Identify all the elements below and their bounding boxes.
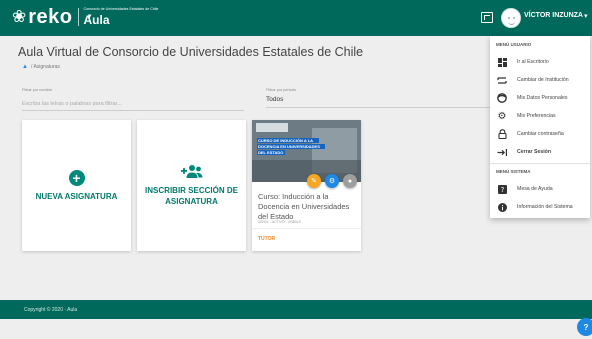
visibility-icon[interactable]: ● bbox=[343, 174, 357, 188]
institution-selector[interactable]: Consorcio de Universidades Estatales de … bbox=[84, 8, 159, 26]
enroll-section-card[interactable]: INSCRIBIR SECCIÓN DE ASIGNATURA bbox=[137, 120, 246, 251]
logout-icon bbox=[496, 146, 508, 158]
new-subject-card[interactable]: + NUEVA ASIGNATURA bbox=[22, 120, 131, 251]
brand[interactable]: ❀ reko Consorcio de Universidades Estata… bbox=[12, 6, 158, 28]
breadcrumb: ▲ / Asignaturas bbox=[22, 64, 60, 70]
copyright-text: Copyright © 2020 · Aula bbox=[24, 307, 78, 313]
page-title: Aula Virtual de Consorcio de Universidad… bbox=[18, 45, 364, 59]
institution-short-name: Aula bbox=[83, 12, 110, 27]
menu-item-change-institution[interactable]: Cambiar de Institución bbox=[490, 71, 590, 89]
menu-item-label: Cambiar contraseña bbox=[517, 131, 564, 137]
menu-item-preferences[interactable]: ⚙ Mis Preferencias bbox=[490, 107, 590, 125]
name-filter: Filtrar por nombre bbox=[22, 88, 244, 111]
menu-item-label: Ir al Escritorio bbox=[517, 59, 549, 65]
help-icon: ? bbox=[496, 183, 508, 195]
enroll-section-label: INSCRIBIR SECCIÓN DE ASIGNATURA bbox=[145, 186, 238, 206]
user-menu-chevron-icon[interactable]: ▾ bbox=[584, 12, 588, 20]
course-role-badge: TUTOR bbox=[258, 236, 276, 242]
logo-separator bbox=[77, 8, 79, 26]
lock-icon bbox=[496, 128, 508, 140]
menu-item-label: Mesa de Ayuda bbox=[517, 186, 553, 192]
gear-icon: ⚙ bbox=[497, 110, 507, 122]
course-banner-text: CURSO DE INDUCCIÓN A LA DOCENCIA EN UNIV… bbox=[258, 138, 320, 155]
menu-item-personal-data[interactable]: Mis Datos Personales bbox=[490, 89, 590, 107]
menu-item-help-desk[interactable]: ? Mesa de Ayuda bbox=[490, 180, 590, 198]
reko-logo-text: reko bbox=[28, 6, 73, 28]
name-filter-label: Filtrar por nombre bbox=[22, 88, 53, 92]
svg-text:?: ? bbox=[500, 186, 504, 194]
dashboard-icon bbox=[496, 56, 508, 68]
menu-divider bbox=[490, 163, 590, 164]
course-description[interactable]: Curso: Inducción a la Docencia en Univer… bbox=[258, 192, 358, 222]
top-bar: ❀ reko Consorcio de Universidades Estata… bbox=[0, 0, 592, 36]
course-image[interactable]: CURSO DE INDUCCIÓN A LA DOCENCIA EN UNIV… bbox=[252, 120, 361, 182]
info-icon bbox=[496, 201, 508, 213]
group-add-icon bbox=[180, 165, 202, 178]
edit-icon[interactable]: ✎ bbox=[307, 174, 321, 188]
menu-item-dashboard[interactable]: Ir al Escritorio bbox=[490, 53, 590, 71]
swap-icon bbox=[496, 74, 508, 86]
breadcrumb-current: / Asignaturas bbox=[30, 64, 60, 70]
name-filter-input[interactable] bbox=[22, 98, 244, 111]
menu-system-heading: MENÚ SISTEMA bbox=[496, 169, 531, 174]
settings-icon[interactable]: ⚙ bbox=[325, 174, 339, 188]
menu-item-label: Cerrar Sesión bbox=[517, 149, 552, 155]
menu-item-logout[interactable]: Cerrar Sesión bbox=[490, 143, 590, 161]
menu-user-heading: MENÚ USUARIO bbox=[496, 42, 532, 47]
add-circle-icon: + bbox=[68, 169, 85, 186]
user-dropdown-menu: MENÚ USUARIO Ir al Escritorio Cambiar de… bbox=[490, 36, 590, 218]
menu-item-label: Cambiar de Institución bbox=[517, 77, 569, 83]
menu-item-label: Mis Preferencias bbox=[517, 113, 556, 119]
fullscreen-icon[interactable] bbox=[481, 12, 493, 23]
home-icon[interactable]: ▲ bbox=[22, 64, 28, 70]
chevron-down-icon[interactable]: ▾ bbox=[88, 12, 92, 20]
menu-item-label: Mis Datos Personales bbox=[517, 95, 568, 101]
menu-item-label: Información del Sistema bbox=[517, 204, 573, 210]
avatar[interactable] bbox=[501, 8, 521, 28]
new-subject-label: NUEVA ASIGNATURA bbox=[35, 191, 118, 201]
period-filter-label: Filtrar por periodo bbox=[266, 88, 296, 92]
menu-item-system-info[interactable]: Información del Sistema bbox=[490, 198, 590, 216]
course-status: 2020/1 - ACTIVO - VISIBLE bbox=[258, 220, 301, 224]
user-name[interactable]: VÍCTOR INZUNZA bbox=[524, 12, 583, 19]
face-icon bbox=[496, 92, 508, 104]
menu-item-change-password[interactable]: Cambiar contraseña bbox=[490, 125, 590, 143]
footer: Copyright © 2020 · Aula bbox=[0, 300, 592, 319]
period-filter: Filtrar por periodo Todos bbox=[266, 88, 490, 108]
course-divider bbox=[252, 228, 361, 229]
help-fab-icon[interactable]: ? bbox=[577, 318, 592, 336]
period-filter-select[interactable]: Todos bbox=[266, 96, 490, 108]
institution-full-name: Consorcio de Universidades Estatales de … bbox=[83, 7, 159, 12]
course-card[interactable]: CURSO DE INDUCCIÓN A LA DOCENCIA EN UNIV… bbox=[252, 120, 361, 251]
reko-logo-icon: ❀ bbox=[12, 7, 27, 26]
